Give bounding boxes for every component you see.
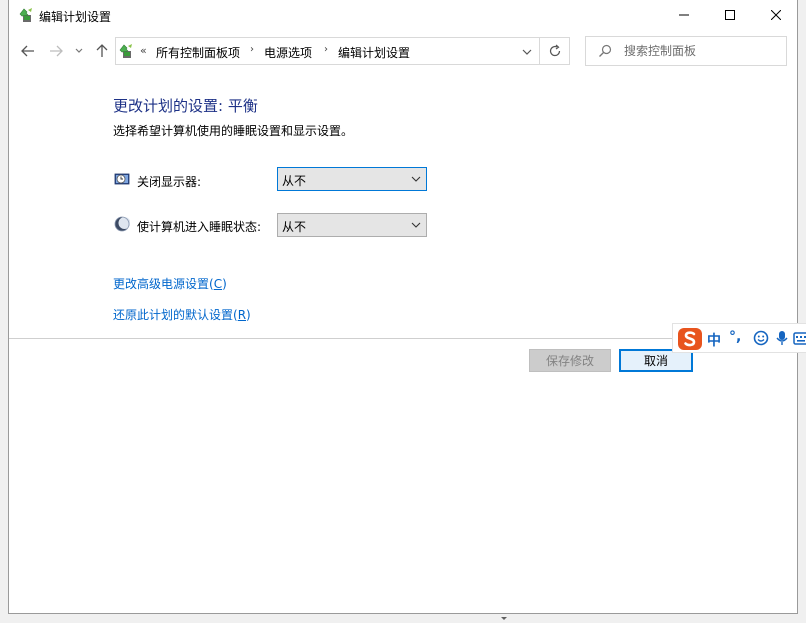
display-off-value: 从不: [282, 174, 307, 188]
arrow-left-icon: [21, 45, 34, 57]
chevron-down-icon: [411, 222, 421, 228]
title-bar: 编辑计划设置: [9, 0, 797, 31]
search-icon: [599, 44, 612, 57]
sogou-logo-icon[interactable]: [677, 327, 703, 351]
minimize-button[interactable]: [661, 0, 707, 30]
page-title: 更改计划的设置: 平衡: [113, 97, 258, 115]
sleep-label: 使计算机进入睡眠状态:: [137, 220, 262, 234]
ime-toolbar[interactable]: 中 °,: [672, 323, 806, 353]
recent-locations-button[interactable]: [73, 41, 85, 61]
page-description: 选择希望计算机使用的睡眠设置和显示设置。: [113, 124, 354, 138]
display-off-select[interactable]: 从不: [277, 167, 427, 191]
search-input[interactable]: [624, 42, 782, 60]
sleep-select[interactable]: 从不: [277, 213, 427, 237]
refresh-button[interactable]: [540, 37, 570, 65]
breadcrumb-separator[interactable]: ›: [250, 44, 254, 55]
forward-button[interactable]: [47, 41, 65, 61]
minimize-icon: [679, 14, 689, 16]
display-off-label: 关闭显示器:: [137, 175, 202, 189]
emoji-icon[interactable]: [753, 330, 769, 346]
ime-punctuation-indicator[interactable]: °,: [729, 329, 741, 345]
save-changes-button[interactable]: 保存修改: [529, 349, 611, 372]
keyboard-icon[interactable]: [793, 330, 806, 346]
microphone-icon[interactable]: [775, 330, 789, 346]
control-panel-icon: [119, 44, 132, 58]
search-box[interactable]: [585, 36, 787, 66]
close-button[interactable]: [753, 0, 799, 30]
back-button[interactable]: [19, 41, 37, 61]
breadcrumb-overflow[interactable]: «: [140, 44, 147, 57]
arrow-up-icon: [96, 44, 108, 57]
change-advanced-power-settings-link[interactable]: 更改高级电源设置(C): [113, 275, 227, 292]
ime-mode-indicator[interactable]: 中: [707, 330, 721, 350]
chevron-down-icon: [75, 48, 83, 53]
close-icon: [771, 10, 781, 20]
navigation-bar: « 所有控制面板项 › 电源选项 › 编辑计划设置: [9, 31, 797, 71]
power-options-icon: [19, 8, 32, 22]
breadcrumb-separator[interactable]: ›: [324, 44, 328, 55]
breadcrumb-edit-plan-settings[interactable]: 编辑计划设置: [338, 44, 410, 61]
arrow-right-icon: [50, 45, 63, 57]
breadcrumb-all-control-panel-items[interactable]: 所有控制面板项: [156, 44, 240, 61]
refresh-icon: [549, 44, 560, 57]
scroll-down-arrow-icon[interactable]: [497, 614, 511, 623]
up-button[interactable]: [93, 41, 111, 61]
sleep-moon-icon: [114, 216, 130, 232]
maximize-icon: [725, 10, 735, 20]
restore-default-settings-link[interactable]: 还原此计划的默认设置(R): [113, 306, 251, 323]
window-title: 编辑计划设置: [39, 10, 112, 24]
sleep-value: 从不: [282, 220, 307, 234]
address-bar[interactable]: « 所有控制面板项 › 电源选项 › 编辑计划设置: [115, 37, 540, 65]
breadcrumb-power-options[interactable]: 电源选项: [264, 44, 312, 61]
address-dropdown-icon[interactable]: [520, 46, 534, 58]
chevron-down-icon: [411, 176, 421, 182]
edit-plan-settings-window: 编辑计划设置 « 所有控制面板项 › 电源选项 › 编辑计划设置 搜索控制面板 …: [8, 0, 798, 614]
display-monitor-icon: [114, 173, 130, 185]
maximize-button[interactable]: [707, 0, 753, 30]
